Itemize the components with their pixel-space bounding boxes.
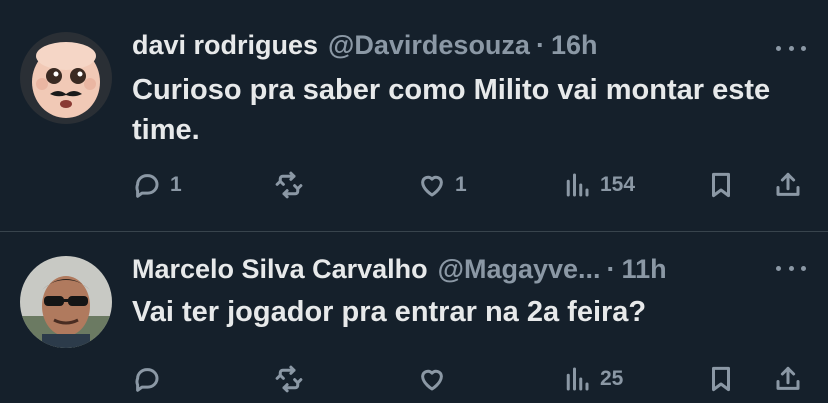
author-handle[interactable]: @Davirdesouza — [328, 30, 530, 61]
timestamp[interactable]: 11h — [622, 254, 667, 285]
bookmark-button[interactable] — [706, 170, 736, 200]
like-button[interactable] — [417, 364, 455, 394]
bookmark-icon — [712, 172, 730, 198]
tweet-actions: 25 — [132, 364, 806, 398]
avatar[interactable] — [20, 32, 112, 124]
tweet[interactable]: davi rodrigues @Davirdesouza · 16h Curio… — [0, 0, 828, 232]
bookmark-icon — [712, 366, 730, 392]
author-handle[interactable]: @Magayve... — [438, 254, 601, 285]
share-icon — [776, 172, 800, 196]
more-options-icon[interactable] — [776, 38, 806, 58]
reply-count: 1 — [170, 173, 182, 196]
timestamp[interactable]: 16h — [551, 30, 598, 61]
heart-icon — [421, 175, 443, 197]
share-button[interactable] — [773, 364, 803, 394]
views-button[interactable]: 154 — [562, 170, 635, 200]
view-count: 25 — [600, 367, 624, 390]
author-name[interactable]: davi rodrigues — [132, 30, 318, 61]
separator-dot: · — [535, 30, 545, 60]
share-button[interactable] — [773, 170, 803, 200]
views-bar-chart-icon — [566, 367, 589, 391]
avatar[interactable] — [20, 256, 112, 348]
retweet-icon — [275, 171, 303, 199]
heart-icon — [421, 369, 443, 391]
bookmark-button[interactable] — [706, 364, 736, 394]
retweet-button[interactable] — [274, 170, 312, 200]
tweet-text: Curioso pra saber como Milito vai montar… — [132, 74, 771, 146]
views-bar-chart-icon — [566, 173, 589, 197]
reply-button[interactable]: 1 — [132, 170, 182, 200]
more-options-icon[interactable] — [776, 258, 806, 278]
share-icon — [776, 366, 800, 390]
tweet-actions: 1 1 154 — [132, 170, 806, 204]
reply-icon — [135, 174, 159, 198]
like-button[interactable]: 1 — [417, 170, 467, 200]
author-name[interactable]: Marcelo Silva Carvalho — [132, 254, 428, 285]
retweet-button[interactable] — [274, 364, 312, 394]
tweet[interactable]: Marcelo Silva Carvalho @Magayve... · 11h… — [0, 232, 828, 403]
views-button[interactable]: 25 — [562, 364, 623, 394]
like-count: 1 — [455, 173, 467, 196]
separator-dot: · — [606, 254, 616, 284]
tweet-text: Vai ter jogador pra entrar na 2a feira? — [132, 296, 647, 328]
retweet-icon — [275, 365, 303, 393]
view-count: 154 — [600, 173, 636, 196]
reply-button[interactable] — [132, 364, 170, 394]
reply-icon — [135, 368, 159, 392]
